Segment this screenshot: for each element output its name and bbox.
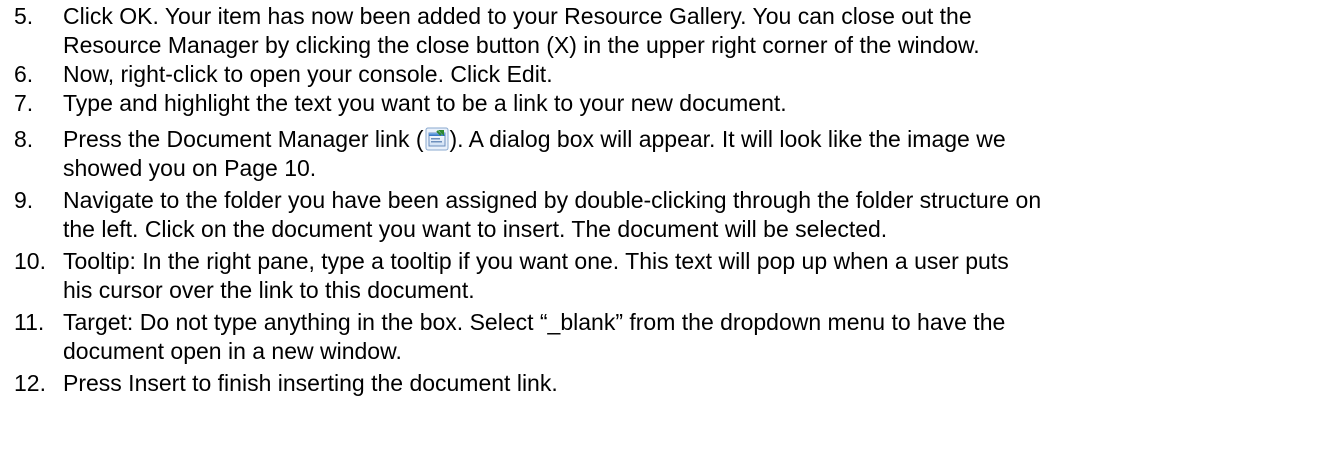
step-5: 5. Click OK. Your item has now been adde… xyxy=(14,2,1323,60)
step-text-segment: ). A dialog box will appear. It will loo… xyxy=(449,126,1006,152)
step-number: 7. xyxy=(14,90,34,116)
step-text-line: Press Insert to finish inserting the doc… xyxy=(63,370,558,396)
step-number: 5. xyxy=(14,3,34,29)
step-text-line: Resource Manager by clicking the close b… xyxy=(63,32,980,58)
step-6: 6. Now, right-click to open your console… xyxy=(14,60,1323,89)
step-number: 12. xyxy=(14,370,46,396)
step-text-line: Press the Document Manager link ( ). A di… xyxy=(63,125,1323,154)
step-text-segment: Press the Document Manager link ( xyxy=(63,126,424,152)
step-8: 8. Press the Document Manager link ( ). A… xyxy=(14,125,1323,183)
step-text-line: Navigate to the folder you have been ass… xyxy=(63,187,1042,213)
step-number: 9. xyxy=(14,187,34,213)
document-manager-icon xyxy=(425,127,449,151)
step-text-line: document open in a new window. xyxy=(63,338,402,364)
instruction-list: 5. Click OK. Your item has now been adde… xyxy=(0,0,1323,459)
step-12: 12. Press Insert to finish inserting the… xyxy=(14,369,1323,398)
step-text-line: Target: Do not type anything in the box.… xyxy=(63,309,1006,335)
step-9: 9. Navigate to the folder you have been … xyxy=(14,186,1323,244)
step-number: 6. xyxy=(14,61,34,87)
step-number: 10. xyxy=(14,248,46,274)
step-7: 7. Type and highlight the text you want … xyxy=(14,89,1323,118)
step-text-line: showed you on Page 10. xyxy=(63,155,317,181)
step-text-line: the left. Click on the document you want… xyxy=(63,216,888,242)
step-text-line: Type and highlight the text you want to … xyxy=(63,90,787,116)
step-number: 11. xyxy=(14,309,45,335)
step-10: 10. Tooltip: In the right pane, type a t… xyxy=(14,247,1323,305)
step-text-line: Click OK. Your item has now been added t… xyxy=(63,3,972,29)
step-text-line: his cursor over the link to this documen… xyxy=(63,277,475,303)
step-text-line: Tooltip: In the right pane, type a toolt… xyxy=(63,248,1009,274)
step-text-line: Now, right-click to open your console. C… xyxy=(63,61,553,87)
step-number: 8. xyxy=(14,126,34,152)
step-11: 11. Target: Do not type anything in the … xyxy=(14,308,1323,366)
